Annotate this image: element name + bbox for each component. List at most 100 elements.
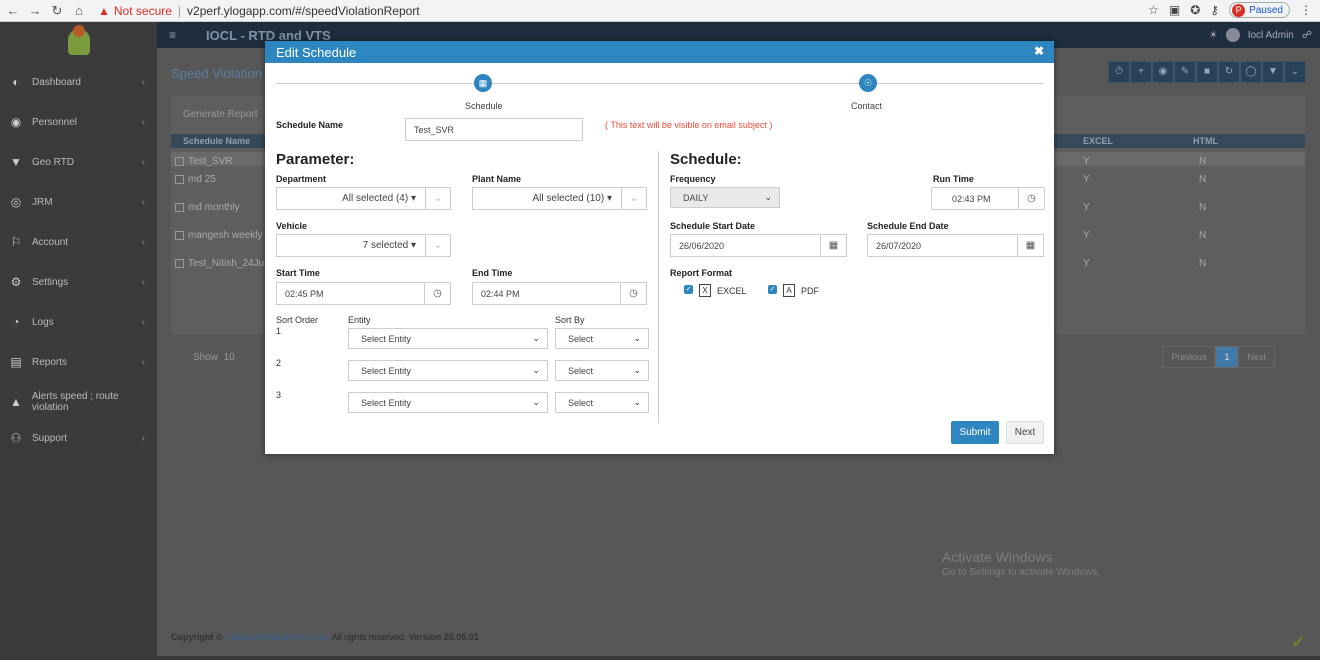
row-html: N (1199, 258, 1207, 269)
menu-icon[interactable]: ⋮ (1300, 3, 1312, 17)
start-time-label: Start Time (276, 268, 320, 278)
entity-select[interactable]: Select Entity ⌄ (348, 360, 548, 381)
sidebar-item[interactable]: ⚇ Support ‹ (0, 418, 157, 458)
row-checkbox[interactable] (175, 156, 184, 166)
row-html: N (1199, 230, 1207, 241)
run-time-value: 02:43 PM (952, 193, 991, 204)
filter-icon[interactable]: ▼ (1262, 61, 1284, 83)
start-time-input[interactable]: 02:45 PM ◷ (276, 282, 451, 305)
row-checkbox[interactable] (175, 258, 184, 268)
home-icon[interactable]: ⌂ (70, 3, 88, 18)
notification-icon[interactable]: ☀ (1209, 30, 1218, 41)
chevron-down-icon[interactable]: ⌄ (425, 235, 450, 256)
close-icon[interactable]: ✖ (1034, 44, 1044, 58)
end-date-value: 26/07/2020 (876, 240, 922, 251)
profile-badge[interactable]: P Paused (1229, 2, 1290, 18)
reload-icon[interactable]: ↻ (48, 3, 66, 19)
sidebar-item[interactable]: ◐ Dashboard ‹ (0, 62, 157, 102)
previous-button[interactable]: Previous (1162, 346, 1216, 368)
department-select[interactable]: All selected (4) ▾ ⌄ (276, 187, 451, 210)
calendar-icon[interactable]: ▦ (474, 74, 492, 92)
row-name-text: mangesh weekly (188, 230, 263, 241)
start-date-input[interactable]: 26/06/2020 ▦ (670, 234, 847, 257)
page-button[interactable]: 1 (1215, 346, 1239, 368)
frequency-select[interactable]: DAILY ⌄ (670, 187, 780, 208)
clock-icon[interactable]: ◷ (1018, 188, 1044, 209)
edit-icon[interactable]: ✎ (1174, 61, 1196, 83)
sidebar-item[interactable]: ◎ JRM ‹ (0, 182, 157, 222)
entity-select[interactable]: Select Entity ⌄ (348, 392, 548, 413)
view-icon[interactable]: ◉ (1152, 61, 1174, 83)
chevron-down-icon[interactable]: ⌄ (621, 188, 646, 209)
sort-by-select[interactable]: Select ⌄ (555, 360, 649, 381)
footer-rights: All rights reserved. (331, 632, 407, 642)
sidebar-item[interactable]: ▼ Geo RTD ‹ (0, 142, 157, 182)
run-time-input[interactable]: 02:43 PM ◷ (931, 187, 1045, 210)
calendar-icon[interactable]: ▦ (1017, 235, 1043, 256)
share-icon[interactable]: ☍ (1302, 30, 1312, 41)
vehicle-select[interactable]: 7 selected ▾ ⌄ (276, 234, 451, 257)
sort-by-label: Sort By (555, 315, 585, 325)
column-divider (658, 151, 659, 423)
entity-select[interactable]: Select Entity ⌄ (348, 328, 548, 349)
back-icon[interactable]: ← (4, 3, 22, 18)
sort-by-select[interactable]: Select ⌄ (555, 392, 649, 413)
sidebar-item[interactable]: ▲ Alerts speed ; route violation (0, 382, 157, 422)
more-icon[interactable]: ⌄ (1284, 61, 1306, 83)
row-checkbox[interactable] (175, 202, 184, 212)
sidebar-item[interactable]: ◉ Personnel ‹ (0, 102, 157, 142)
sidebar-item[interactable]: ◔ Logs ‹ (0, 302, 157, 342)
schedule-name-input[interactable]: Test_SVR (405, 118, 583, 141)
watermark-sub: Go to Settings to activate Windows. (942, 567, 1100, 578)
toggle-icon[interactable]: ◯ (1240, 61, 1262, 83)
star-icon[interactable]: ☆ (1148, 3, 1159, 17)
row-html: N (1199, 174, 1207, 185)
clock-icon[interactable]: ◷ (620, 283, 646, 304)
col-schedule-name[interactable]: Schedule Name (183, 136, 250, 146)
step-line (275, 83, 1043, 84)
end-time-input[interactable]: 02:44 PM ◷ (472, 282, 647, 305)
modal-header: Edit Schedule ✖ (265, 41, 1054, 63)
submit-button[interactable]: Submit (951, 421, 999, 444)
sort-by-value: Select (568, 365, 594, 376)
excel-checkbox[interactable]: ✓ (684, 285, 693, 294)
row-checkbox[interactable] (175, 174, 184, 184)
step-contact[interactable]: Contact (851, 101, 882, 111)
user-menu[interactable]: ☀ Iocl Admin ☍ (1209, 28, 1312, 42)
page-size-select[interactable]: Show 10 (193, 352, 235, 363)
not-secure-label[interactable]: Not secure (114, 4, 172, 18)
key-icon[interactable]: ⚷ (1210, 3, 1219, 17)
chevron-down-icon: ⌄ (532, 333, 540, 343)
row-checkbox[interactable] (175, 230, 184, 240)
col-html[interactable]: HTML (1193, 136, 1218, 146)
add-icon[interactable]: + (1130, 61, 1152, 83)
chevron-down-icon: ⌄ (633, 397, 641, 407)
sidebar-item[interactable]: ⚙ Settings ‹ (0, 262, 157, 302)
calendar-icon[interactable]: ▦ (820, 235, 846, 256)
plant-select[interactable]: All selected (10) ▾ ⌄ (472, 187, 647, 210)
forward-icon[interactable]: → (26, 3, 44, 18)
contact-icon[interactable]: ☉ (859, 74, 877, 92)
delete-icon[interactable]: ■ (1196, 61, 1218, 83)
puzzle-icon[interactable]: ✪ (1190, 3, 1200, 17)
sidebar-item[interactable]: ⚐ Account ‹ (0, 222, 157, 262)
clock-icon[interactable]: ◷ (424, 283, 450, 304)
address-bar[interactable]: v2perf.ylogapp.com/#/speedViolationRepor… (187, 4, 420, 18)
step-schedule[interactable]: Schedule (465, 101, 503, 111)
footer-brand[interactable]: Yusata Infotech Pvt. Ltd. (225, 632, 330, 642)
end-date-input[interactable]: 26/07/2020 ▦ (867, 234, 1044, 257)
subject-note: ( This text will be visible on email sub… (605, 120, 773, 130)
next-button[interactable]: Next (1006, 421, 1044, 444)
tab-generate-report[interactable]: Generate Report (183, 109, 258, 120)
refresh-icon[interactable]: ↻ (1218, 61, 1240, 83)
extension-icon[interactable]: ▣ (1169, 3, 1180, 17)
pdf-checkbox[interactable]: ✓ (768, 285, 777, 294)
chevron-left-icon: ‹ (141, 116, 145, 128)
hamburger-icon[interactable]: ≡ (169, 28, 176, 42)
sort-by-select[interactable]: Select ⌄ (555, 328, 649, 349)
timer-icon[interactable]: ⏱ (1108, 61, 1130, 83)
next-page-button[interactable]: Next (1238, 346, 1275, 368)
chevron-down-icon[interactable]: ⌄ (425, 188, 450, 209)
col-excel[interactable]: EXCEL (1083, 136, 1113, 146)
sidebar-item[interactable]: ▤ Reports ‹ (0, 342, 157, 382)
